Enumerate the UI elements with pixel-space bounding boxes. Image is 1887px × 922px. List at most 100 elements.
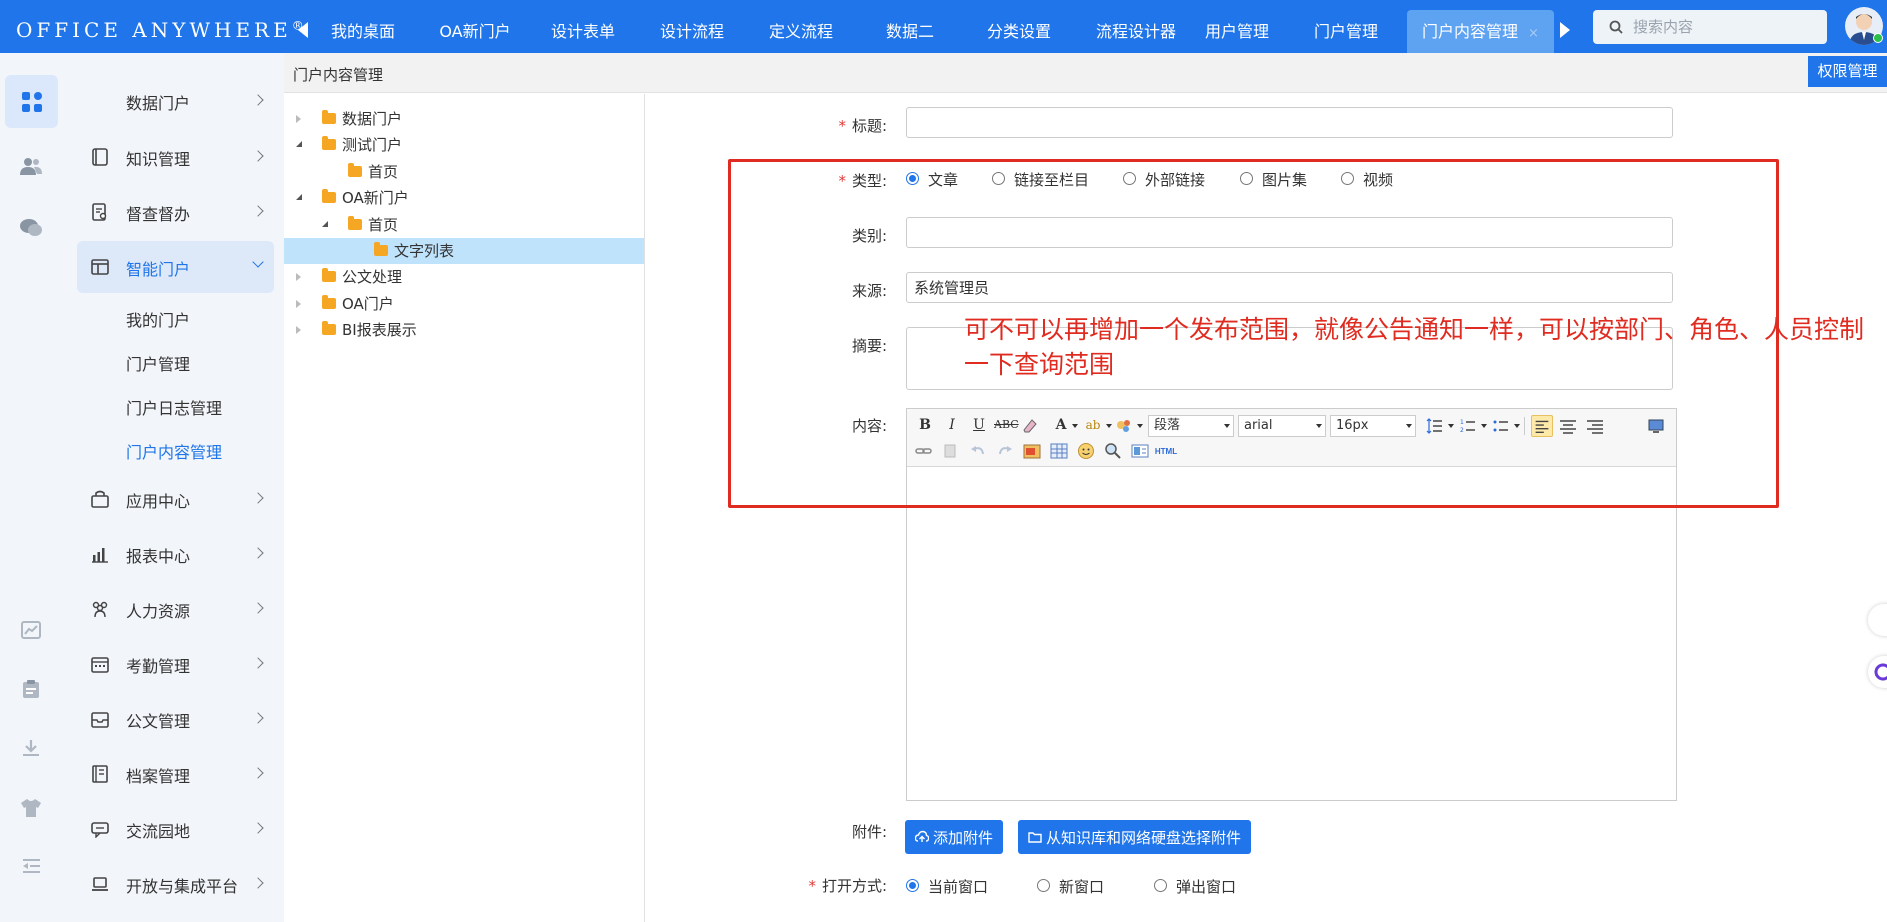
tab-data-two[interactable]: 数据二 (868, 10, 952, 53)
expand-icon[interactable] (296, 115, 301, 123)
collapse-icon[interactable] (322, 221, 328, 227)
ordered-list-icon[interactable]: 12 (1459, 417, 1477, 435)
trend-chart-icon[interactable] (14, 613, 48, 647)
tab-design-form[interactable]: 设计表单 (541, 10, 625, 53)
unlink-icon[interactable] (942, 442, 960, 460)
search-input[interactable] (1633, 16, 1819, 38)
folder-icon (348, 216, 362, 230)
sidebar-subitem-portal-management[interactable]: 门户管理 (126, 351, 190, 375)
link-icon[interactable] (915, 442, 933, 460)
download-icon[interactable] (14, 731, 48, 765)
italic-icon[interactable]: I (942, 415, 962, 435)
align-center-icon[interactable] (1559, 417, 1577, 435)
font-size-select[interactable]: 16px (1330, 415, 1416, 437)
source-input[interactable] (906, 272, 1673, 303)
tree-node-bi-report[interactable]: BI报表展示 (284, 317, 644, 343)
redo-icon[interactable] (996, 442, 1014, 460)
sidebar-item-report-center[interactable]: 报表中心 (77, 528, 274, 580)
undo-icon[interactable] (969, 442, 987, 460)
html-source-icon[interactable]: HTML (1153, 442, 1179, 462)
sidebar-item-data-portal[interactable]: 数据门户 (77, 75, 274, 127)
collapse-icon[interactable] (296, 194, 302, 200)
tab-close-icon[interactable]: × (1528, 26, 1539, 41)
underline-icon[interactable]: U (969, 415, 989, 435)
caret-down-icon[interactable] (1448, 424, 1454, 428)
clipboard-icon[interactable] (14, 672, 48, 706)
format-painter-icon[interactable] (1115, 417, 1133, 435)
collapse-menu-icon[interactable] (14, 849, 48, 883)
apps-grid-icon[interactable] (5, 75, 58, 128)
tree-node-doc-processing[interactable]: 公文处理 (284, 264, 644, 290)
expand-icon[interactable] (296, 326, 301, 334)
font-color-icon[interactable]: A (1051, 415, 1071, 435)
sidebar-item-supervision[interactable]: 督查督办 (77, 186, 274, 238)
table-icon[interactable] (1050, 442, 1068, 460)
sidebar-item-hr[interactable]: 人力资源 (77, 583, 274, 635)
template-icon[interactable] (1131, 442, 1149, 460)
tab-user-management[interactable]: 用户管理 (1195, 10, 1279, 53)
message-icon[interactable] (14, 211, 48, 245)
strikethrough-icon[interactable]: ABC (994, 415, 1019, 435)
emoji-icon[interactable] (1077, 442, 1095, 460)
caret-down-icon[interactable] (1072, 424, 1078, 428)
sidebar-item-smart-portal[interactable]: 智能门户 (77, 241, 274, 293)
tree-node-oa-portal[interactable]: OA门户 (284, 291, 644, 317)
sidebar-subitem-portal-content[interactable]: 门户内容管理 (126, 439, 222, 463)
image-icon[interactable] (1023, 442, 1041, 460)
category-input[interactable] (906, 217, 1673, 248)
tab-flow-designer[interactable]: 流程设计器 (1086, 10, 1186, 53)
caret-down-icon[interactable] (1106, 424, 1112, 428)
shirt-icon[interactable] (14, 791, 48, 825)
sidebar-subitem-my-portal[interactable]: 我的门户 (126, 307, 190, 331)
caret-down-icon[interactable] (1514, 424, 1520, 428)
unordered-list-icon[interactable] (1492, 417, 1510, 435)
tabs-scroll-right-icon[interactable] (1560, 22, 1570, 38)
sidebar-item-document[interactable]: 公文管理 (77, 693, 274, 745)
tree-node-test-home[interactable]: 首页 (284, 159, 644, 185)
align-right-icon[interactable] (1586, 417, 1604, 435)
sidebar-item-top[interactable] (77, 53, 274, 65)
caret-down-icon[interactable] (1481, 424, 1487, 428)
title-input[interactable] (906, 107, 1673, 138)
sidebar-item-attendance[interactable]: 考勤管理 (77, 638, 274, 690)
eraser-icon[interactable] (1021, 417, 1039, 435)
font-family-select[interactable]: arial (1238, 415, 1326, 437)
fullscreen-icon[interactable] (1647, 417, 1665, 435)
permission-management-button[interactable]: 权限管理 (1808, 56, 1887, 87)
tree-node-oa-home[interactable]: 首页 (284, 212, 644, 238)
contacts-icon[interactable] (14, 149, 48, 183)
tab-portal-content-management[interactable]: 门户内容管理 × (1407, 10, 1554, 53)
add-attachment-button[interactable]: 添加附件 (905, 820, 1004, 854)
tabs-scroll-left-icon[interactable] (298, 22, 308, 38)
select-from-knowledge-button[interactable]: 从知识库和网络硬盘选择附件 (1018, 820, 1252, 854)
sidebar-item-archive[interactable]: 档案管理 (77, 748, 274, 800)
tab-design-flow[interactable]: 设计流程 (650, 10, 734, 53)
paragraph-select[interactable]: 段落 (1148, 415, 1234, 437)
align-left-icon[interactable] (1531, 415, 1553, 437)
caret-down-icon[interactable] (1137, 424, 1143, 428)
tab-portal-management[interactable]: 门户管理 (1304, 10, 1388, 53)
tab-category-settings[interactable]: 分类设置 (977, 10, 1061, 53)
tab-my-desktop[interactable]: 我的桌面 (323, 10, 403, 53)
tab-define-flow[interactable]: 定义流程 (759, 10, 843, 53)
sidebar-item-knowledge[interactable]: 知识管理 (77, 131, 274, 183)
sidebar-item-community[interactable]: 交流园地 (77, 803, 274, 855)
tree-node-text-list[interactable]: 文字列表 (284, 238, 644, 264)
line-height-icon[interactable] (1426, 417, 1444, 435)
bold-icon[interactable]: B (915, 415, 935, 435)
clipboard-search-icon (92, 203, 107, 221)
expand-icon[interactable] (296, 273, 301, 281)
chevron-down-icon (252, 256, 264, 268)
tree-node-data-portal[interactable]: 数据门户 (284, 106, 644, 132)
tree-node-test-portal[interactable]: 测试门户 (284, 132, 644, 158)
tab-oa-portal[interactable]: OA新门户 (432, 10, 518, 53)
chevron-right-icon (252, 547, 264, 559)
tree-node-oa-new-portal[interactable]: OA新门户 (284, 185, 644, 211)
sidebar-subitem-portal-log[interactable]: 门户日志管理 (126, 395, 222, 419)
highlight-icon[interactable]: ab (1083, 415, 1103, 435)
expand-icon[interactable] (296, 300, 301, 308)
collapse-icon[interactable] (296, 141, 302, 147)
sidebar-item-open-platform[interactable]: 开放与集成平台 (77, 858, 274, 910)
search-replace-icon[interactable] (1104, 442, 1122, 460)
sidebar-item-app-center[interactable]: 应用中心 (77, 473, 274, 525)
